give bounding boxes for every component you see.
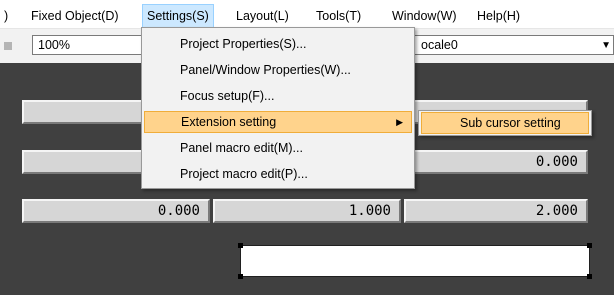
menu-item-panel-macro-edit[interactable]: Panel macro edit(M)... <box>144 137 412 159</box>
resize-handle[interactable] <box>238 243 243 248</box>
menu-item-project-macro-edit[interactable]: Project macro edit(P)... <box>144 163 412 185</box>
value-field-row3-right[interactable]: 2.000 <box>404 199 588 223</box>
menu-fixed-object[interactable]: Fixed Object(D) <box>27 7 123 25</box>
menu-tools[interactable]: Tools(T) <box>312 7 365 25</box>
resize-handle[interactable] <box>587 243 592 248</box>
value-field-row3-left[interactable]: 0.000 <box>22 199 210 223</box>
menu-item-sub-cursor-setting[interactable]: Sub cursor setting <box>421 112 589 134</box>
resize-handle[interactable] <box>587 274 592 279</box>
scale-value: ocale0 <box>421 38 458 52</box>
menu-item-project-properties[interactable]: Project Properties(S)... <box>144 33 412 55</box>
menu-settings[interactable]: Settings(S) <box>142 4 214 27</box>
chevron-down-icon[interactable]: ▼ <box>601 36 611 56</box>
menu-window[interactable]: Window(W) <box>388 7 461 25</box>
menu-bar: ) Fixed Object(D) Settings(S) Layout(L) … <box>0 0 614 29</box>
menu-item-label: Extension setting <box>181 115 277 129</box>
value-field-row3-middle[interactable]: 1.000 <box>213 199 401 223</box>
resize-handle[interactable] <box>238 274 243 279</box>
menu-item-panel-window-properties[interactable]: Panel/Window Properties(W)... <box>144 59 412 81</box>
zoom-select[interactable]: 100% <box>32 35 157 55</box>
menu-help[interactable]: Help(H) <box>473 7 524 25</box>
toolbar-grip-icon <box>4 42 12 50</box>
value-field-row2-right[interactable]: 0.000 <box>404 150 588 174</box>
settings-menu: Project Properties(S)... Panel/Window Pr… <box>141 27 415 189</box>
extension-submenu: Sub cursor setting <box>418 110 592 136</box>
menu-partial[interactable]: ) <box>0 7 12 25</box>
menu-item-focus-setup[interactable]: Focus setup(F)... <box>144 85 412 107</box>
selected-object-box[interactable] <box>238 243 592 279</box>
zoom-value: 100% <box>38 38 70 52</box>
menu-layout[interactable]: Layout(L) <box>232 7 293 25</box>
menu-item-extension-setting[interactable]: Extension setting ▶ <box>144 111 412 133</box>
submenu-arrow-icon: ▶ <box>396 117 403 127</box>
